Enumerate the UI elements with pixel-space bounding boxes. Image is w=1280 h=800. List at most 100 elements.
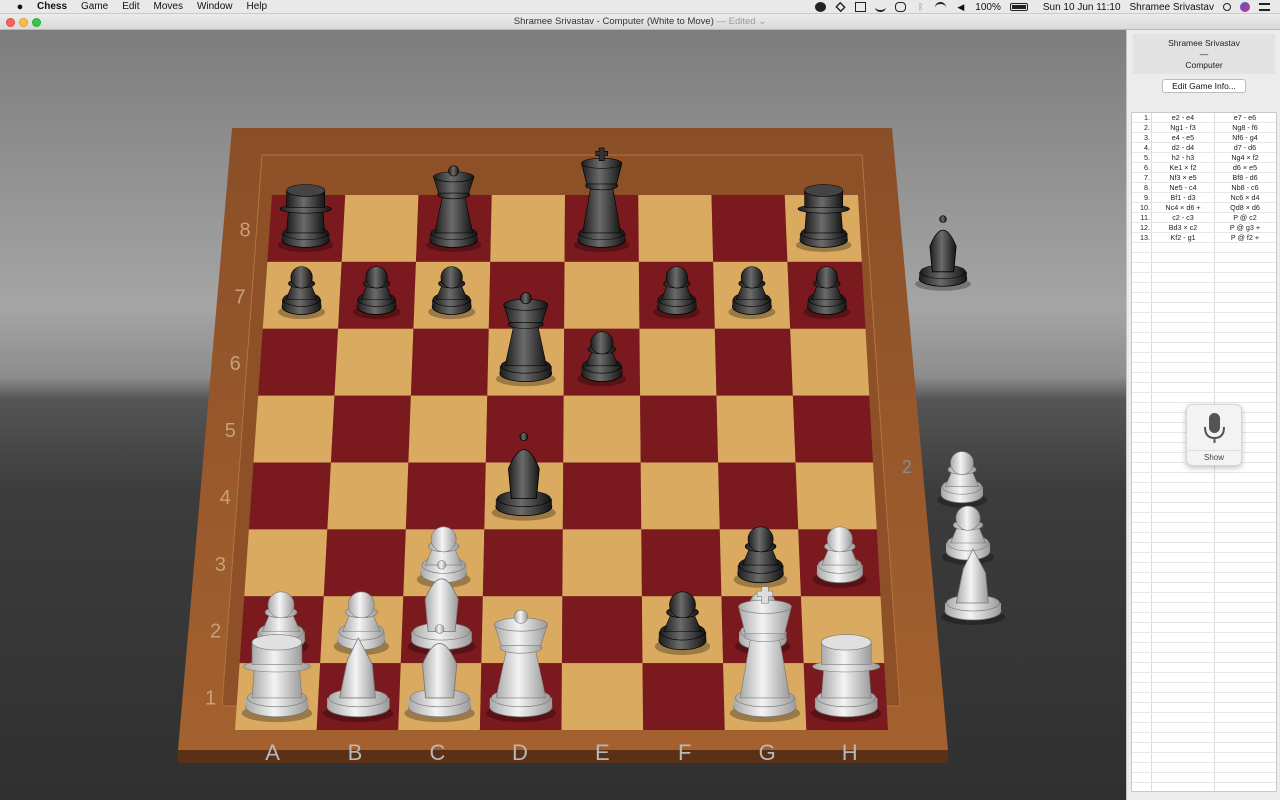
apple-logo-icon[interactable]: ● <box>13 1 27 13</box>
square-d8[interactable] <box>490 195 565 262</box>
empty-move-row[interactable] <box>1132 553 1276 563</box>
volume-icon[interactable]: ◀ <box>955 2 966 12</box>
empty-move-row[interactable] <box>1132 253 1276 263</box>
empty-move-row[interactable] <box>1132 243 1276 253</box>
square-d3[interactable] <box>482 529 563 597</box>
move-row[interactable]: 12. Bd3 × c2 P @ g3 + <box>1132 223 1276 233</box>
empty-move-row[interactable] <box>1132 393 1276 403</box>
square-f8[interactable] <box>638 195 714 262</box>
move-row[interactable]: 1. e2 - e4 e7 - e6 <box>1132 113 1276 123</box>
user-name[interactable]: Shramee Srivastav <box>1130 2 1214 13</box>
empty-move-row[interactable] <box>1132 333 1276 343</box>
captured-white-pawn-1[interactable] <box>937 451 987 508</box>
empty-move-row[interactable] <box>1132 663 1276 673</box>
empty-move-row[interactable] <box>1132 273 1276 283</box>
empty-move-row[interactable] <box>1132 693 1276 703</box>
move-row[interactable]: 13. Kf2 - g1 P @ f2 + <box>1132 233 1276 243</box>
speech-show-label[interactable]: Show <box>1187 453 1241 462</box>
square-a5[interactable] <box>253 395 335 463</box>
move-row[interactable]: 10. Nc4 × d6 + Qd8 × d6 <box>1132 203 1276 213</box>
menu-help[interactable]: Help <box>247 1 268 12</box>
move-row[interactable]: 11. c2 - c3 P @ c2 <box>1132 213 1276 223</box>
empty-move-row[interactable] <box>1132 383 1276 393</box>
square-e4[interactable] <box>562 462 642 530</box>
empty-move-row[interactable] <box>1132 613 1276 623</box>
empty-move-row[interactable] <box>1132 323 1276 333</box>
square-f1[interactable] <box>642 663 725 730</box>
upwork-icon[interactable] <box>815 2 827 12</box>
move-row[interactable]: 5. h2 - h3 Ng4 × f2 <box>1132 153 1276 163</box>
empty-move-row[interactable] <box>1132 343 1276 353</box>
square-b6[interactable] <box>334 328 414 396</box>
battery-icon[interactable] <box>1009 3 1028 11</box>
square-e3[interactable] <box>562 529 642 597</box>
microphone-icon[interactable] <box>1187 405 1243 449</box>
empty-move-row[interactable] <box>1132 713 1276 723</box>
edit-game-info-button[interactable]: Edit Game Info... <box>1162 79 1246 93</box>
gamepad-icon[interactable] <box>895 2 907 12</box>
siri-icon[interactable] <box>1240 2 1250 12</box>
empty-move-row[interactable] <box>1132 473 1276 483</box>
square-h6[interactable] <box>790 328 870 396</box>
empty-move-row[interactable] <box>1132 583 1276 593</box>
square-f6[interactable] <box>639 328 717 396</box>
square-g4[interactable] <box>718 462 799 530</box>
chess-board[interactable]: A B C D E F G H 1 2 3 4 5 6 7 8 2 <box>0 30 1126 800</box>
close-window-button[interactable] <box>6 18 15 27</box>
square-h4[interactable] <box>795 462 877 530</box>
menu-chess[interactable]: Chess <box>37 1 67 12</box>
empty-move-row[interactable] <box>1132 353 1276 363</box>
empty-move-row[interactable] <box>1132 263 1276 273</box>
dropbox-icon[interactable] <box>835 1 846 13</box>
empty-move-row[interactable] <box>1132 623 1276 633</box>
square-b4[interactable] <box>327 462 409 530</box>
empty-move-row[interactable] <box>1132 703 1276 713</box>
bluetooth-icon[interactable]: ᛒ <box>915 2 926 12</box>
square-b3[interactable] <box>323 529 406 597</box>
square-e1[interactable] <box>561 663 644 730</box>
edited-indicator[interactable]: — Edited ⌄ <box>717 16 767 27</box>
battery-percent[interactable]: 100% <box>975 2 1001 13</box>
square-e5[interactable] <box>563 395 641 463</box>
empty-move-row[interactable] <box>1132 653 1276 663</box>
captured-black-bishop[interactable] <box>915 215 971 291</box>
square-f3[interactable] <box>641 529 722 597</box>
empty-move-row[interactable] <box>1132 763 1276 773</box>
square-a3[interactable] <box>244 529 328 597</box>
empty-move-row[interactable] <box>1132 683 1276 693</box>
empty-move-row[interactable] <box>1132 753 1276 763</box>
square-e7[interactable] <box>564 261 640 329</box>
square-b8[interactable] <box>341 195 419 262</box>
empty-move-row[interactable] <box>1132 643 1276 653</box>
move-row[interactable]: 2. Ng1 - f3 Ng8 - f6 <box>1132 123 1276 133</box>
empty-move-row[interactable] <box>1132 283 1276 293</box>
chess-board-view[interactable]: A B C D E F G H 1 2 3 4 5 6 7 8 2 <box>0 30 1126 800</box>
wifi-icon[interactable] <box>935 2 947 12</box>
empty-move-row[interactable] <box>1132 523 1276 533</box>
empty-move-row[interactable] <box>1132 513 1276 523</box>
empty-move-row[interactable] <box>1132 543 1276 553</box>
move-row[interactable]: 3. e4 - e5 Nf6 - g4 <box>1132 133 1276 143</box>
square-f4[interactable] <box>640 462 720 530</box>
move-row[interactable]: 7. Nf3 × e5 Bf8 - d6 <box>1132 173 1276 183</box>
menu-edit[interactable]: Edit <box>122 1 139 12</box>
menu-game[interactable]: Game <box>81 1 108 12</box>
square-a4[interactable] <box>248 462 331 530</box>
empty-move-row[interactable] <box>1132 723 1276 733</box>
fullscreen-window-button[interactable] <box>32 18 41 27</box>
menu-window[interactable]: Window <box>197 1 233 12</box>
board-squares[interactable] <box>235 195 888 730</box>
square-c4[interactable] <box>405 462 486 530</box>
empty-move-row[interactable] <box>1132 493 1276 503</box>
move-row[interactable]: 9. Bf1 - d3 Nc6 × d4 <box>1132 193 1276 203</box>
square-g8[interactable] <box>711 195 788 262</box>
spotlight-search-icon[interactable] <box>1223 3 1231 11</box>
empty-move-row[interactable] <box>1132 313 1276 323</box>
empty-move-row[interactable] <box>1132 373 1276 383</box>
empty-move-row[interactable] <box>1132 733 1276 743</box>
empty-move-row[interactable] <box>1132 633 1276 643</box>
empty-move-row[interactable] <box>1132 603 1276 613</box>
square-h5[interactable] <box>792 395 873 463</box>
empty-move-row[interactable] <box>1132 743 1276 753</box>
menu-moves[interactable]: Moves <box>153 1 182 12</box>
